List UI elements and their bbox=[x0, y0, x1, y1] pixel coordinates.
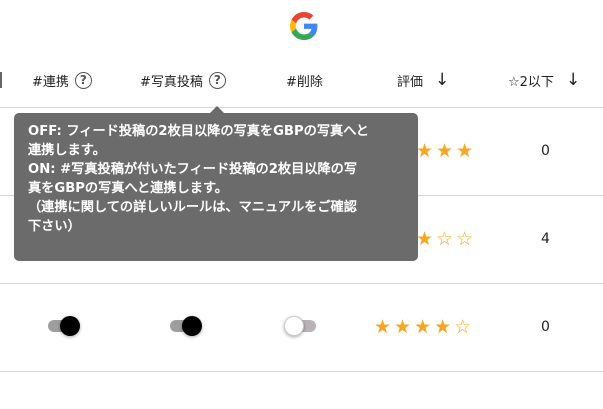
rating-stars: ★☆☆ bbox=[416, 228, 477, 250]
toggle-knob bbox=[182, 316, 202, 336]
column-header-delete: #削除 bbox=[286, 68, 323, 92]
delete-toggle[interactable] bbox=[284, 315, 318, 337]
sort-arrow-down-icon[interactable]: ↓ bbox=[566, 70, 580, 90]
rating-stars: ★★★ bbox=[416, 140, 477, 162]
low-rating-count: 0 bbox=[541, 319, 550, 335]
row-divider bbox=[0, 283, 603, 284]
link-toggle[interactable] bbox=[46, 315, 80, 337]
help-icon[interactable]: ? bbox=[208, 71, 226, 89]
column-header-low-rating[interactable]: ☆2以下 ↓ bbox=[508, 68, 580, 92]
low-rating-count: 0 bbox=[541, 143, 550, 159]
photo-post-toggle[interactable] bbox=[168, 315, 202, 337]
toggle-knob bbox=[284, 316, 304, 336]
column-header-delete-label: #削除 bbox=[286, 74, 323, 90]
row-divider bbox=[0, 371, 603, 372]
toggle-knob bbox=[60, 316, 80, 336]
column-header-photo-post: #写真投稿 ? bbox=[140, 68, 226, 92]
column-header-low-rating-label: ☆2以下 bbox=[508, 74, 554, 90]
tooltip-text: OFF: フィード投稿の2枚目以降の写真をGBPの写真へと 連携します。 ON:… bbox=[28, 124, 369, 234]
tooltip-caret bbox=[210, 106, 224, 113]
column-header-rating[interactable]: 評価 ↓ bbox=[397, 68, 449, 92]
column-divider bbox=[0, 72, 2, 88]
google-logo-icon bbox=[290, 12, 318, 40]
rating-stars: ★★★★☆ bbox=[374, 316, 475, 338]
column-header-link: #連携 ? bbox=[32, 68, 92, 92]
column-header-rating-label: 評価 bbox=[397, 74, 424, 90]
sort-arrow-down-icon[interactable]: ↓ bbox=[435, 70, 449, 90]
help-icon[interactable]: ? bbox=[74, 71, 92, 89]
low-rating-count: 4 bbox=[541, 231, 550, 247]
column-header-link-label: #連携 bbox=[32, 74, 69, 90]
column-header-photo-post-label: #写真投稿 bbox=[140, 74, 203, 90]
row-divider bbox=[0, 107, 603, 108]
help-tooltip: OFF: フィード投稿の2枚目以降の写真をGBPの写真へと 連携します。 ON:… bbox=[14, 106, 418, 261]
